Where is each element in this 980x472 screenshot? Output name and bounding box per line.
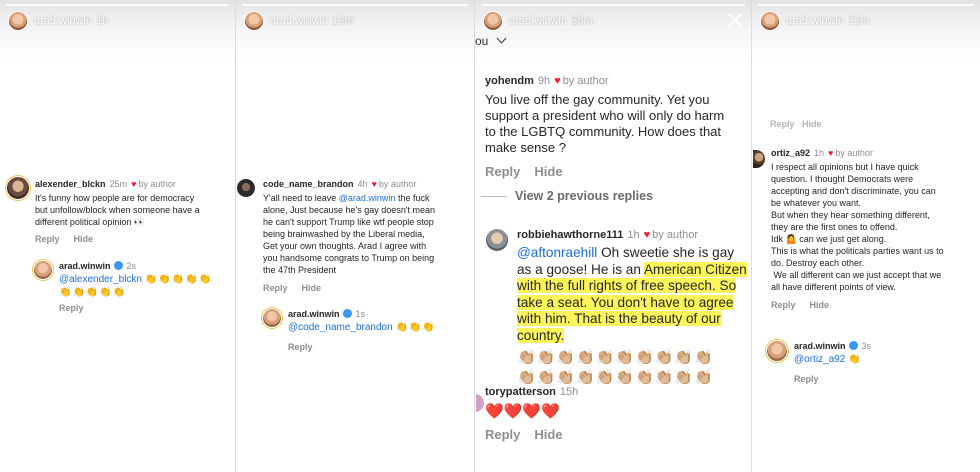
comment-time: 9h xyxy=(537,75,551,87)
comment-username[interactable]: alexender_blckn xyxy=(35,179,106,189)
heart-icon: ♥ xyxy=(131,179,137,189)
story-progress-bar xyxy=(481,4,745,6)
story-time: 1h xyxy=(96,15,109,27)
comment-time: 2s xyxy=(126,261,137,271)
reply-button[interactable]: Reply xyxy=(771,300,796,310)
mention-link[interactable]: @ortiz_a92 xyxy=(794,354,845,365)
comment-text: It's funny how people are for democracy … xyxy=(35,193,200,227)
avatar[interactable] xyxy=(244,11,264,31)
liked-by-author: by author xyxy=(562,75,609,87)
comment-username[interactable]: torypatterson xyxy=(485,386,556,398)
partial-text: ou xyxy=(475,34,489,48)
comment-username[interactable]: arad.winwin xyxy=(59,261,111,271)
mention-link[interactable]: @code_name_brandon xyxy=(288,322,393,333)
story-time: 12m xyxy=(848,15,870,27)
story-username[interactable]: arad.winwin xyxy=(786,15,844,27)
avatar[interactable] xyxy=(262,308,282,328)
comment-time: 1h xyxy=(627,229,640,241)
story-panel-1: arad.winwin 1h alexender_blckn 25m ♥ by auth… xyxy=(0,0,235,472)
avatar[interactable] xyxy=(752,149,766,169)
story-username[interactable]: arad.winwin xyxy=(270,15,328,27)
comment-text: I respect all opinions but I have quick … xyxy=(771,162,944,292)
reply-button[interactable]: Reply xyxy=(35,234,60,244)
avatar[interactable] xyxy=(485,228,509,252)
chevron-down-icon[interactable] xyxy=(496,33,507,44)
story-progress-bar xyxy=(758,4,974,6)
close-icon[interactable] xyxy=(727,12,743,28)
heart-icon: ♥ xyxy=(643,229,651,241)
mention-link[interactable]: @aftonraehill xyxy=(517,245,597,260)
comment-username[interactable]: ortiz_a92 xyxy=(771,148,810,158)
story-progress-bar xyxy=(242,4,468,6)
avatar[interactable] xyxy=(760,11,780,31)
heart-icon: ♥ xyxy=(554,75,561,87)
avatar[interactable] xyxy=(8,11,28,31)
heart-icon: ♥ xyxy=(828,148,834,158)
mention-link[interactable]: @arad.winwin xyxy=(339,193,396,203)
comment-time: 1s xyxy=(355,309,366,319)
story-header: arad.winwin 36m xyxy=(475,0,751,60)
avatar[interactable] xyxy=(6,176,30,200)
hide-button[interactable]: Hide xyxy=(534,164,562,179)
comment-time: 3s xyxy=(861,341,872,351)
comment-text: @code_name_brandon 👏👏👏 xyxy=(288,322,436,333)
verified-badge-icon xyxy=(848,341,858,350)
comment-time: 4h xyxy=(357,179,368,189)
avatar[interactable] xyxy=(475,393,485,413)
story-time: 13m xyxy=(332,15,354,27)
hide-button[interactable]: Hide xyxy=(302,283,322,293)
liked-by-author: by author xyxy=(835,148,873,158)
comment-time: 15h xyxy=(559,386,579,398)
comment-time: 25m xyxy=(109,179,128,189)
comment-username[interactable]: yohendm xyxy=(485,75,534,87)
hide-button[interactable]: Hide xyxy=(810,300,830,310)
story-header: arad.winwin 1h xyxy=(0,0,235,60)
hide-button[interactable]: Hide xyxy=(74,234,94,244)
partial-text: Reply Hide xyxy=(770,119,822,129)
story-panel-4: arad.winwin 12m Reply Hide ortiz_a92 1h ♥ by… xyxy=(752,0,980,472)
avatar[interactable] xyxy=(766,340,788,362)
hide-button[interactable]: Hide xyxy=(534,427,562,442)
comment-text: @aftonraehill Oh sweetie she is gay as a… xyxy=(517,245,747,386)
avatar[interactable] xyxy=(483,11,503,31)
heart-icon: ♥ xyxy=(371,179,377,189)
comment-username[interactable]: arad.winwin xyxy=(288,309,340,319)
comment-text: You live off the gay community. Yet you … xyxy=(485,92,725,155)
story-panel-2: arad.winwin 13m code_name_brandon 4h ♥ by au… xyxy=(236,0,474,472)
liked-by-author: by author xyxy=(138,179,176,189)
story-header: arad.winwin 13m xyxy=(236,0,474,60)
story-header: arad.winwin 12m xyxy=(752,0,980,60)
avatar[interactable] xyxy=(236,178,256,198)
comment-text: @alexender_blckn 👏👏👏👏👏 👏👏👏👏👏 xyxy=(59,274,213,298)
story-username[interactable]: arad.winwin xyxy=(509,15,567,27)
verified-badge-icon xyxy=(113,261,123,270)
story-username[interactable]: arad.winwin xyxy=(34,15,92,27)
avatar[interactable] xyxy=(33,260,53,280)
mention-link[interactable]: @alexender_blckn xyxy=(59,274,142,285)
reply-button[interactable]: Reply xyxy=(485,164,520,179)
liked-by-author: by author xyxy=(378,179,417,189)
story-panel-3: arad.winwin 36m ou yohendm 9h ♥ by author Yo… xyxy=(475,0,751,472)
reply-button[interactable]: Reply xyxy=(485,427,520,442)
verified-badge-icon xyxy=(342,309,352,318)
reply-button[interactable]: Reply xyxy=(288,342,313,352)
liked-by-author: by author xyxy=(652,229,699,241)
story-time: 36m xyxy=(571,15,593,27)
comment-text: ❤️❤️❤️❤️ xyxy=(485,403,560,420)
comment-text: @ortiz_a92 👏 xyxy=(794,354,861,365)
view-previous-replies-button[interactable]: View 2 previous replies xyxy=(481,189,653,203)
story-progress-bar xyxy=(6,4,229,6)
comment-username[interactable]: code_name_brandon xyxy=(263,179,354,189)
reply-button[interactable]: Reply xyxy=(794,374,819,384)
reply-button[interactable]: Reply xyxy=(263,283,288,293)
comment-text: Y'all need to leave @arad.winwin the fuc… xyxy=(263,193,436,275)
comment-username[interactable]: robbiehawthorne111 xyxy=(517,229,623,241)
comment-time: 1h xyxy=(814,148,825,158)
comment-username[interactable]: arad.winwin xyxy=(794,341,846,351)
reply-button[interactable]: Reply xyxy=(59,303,84,313)
